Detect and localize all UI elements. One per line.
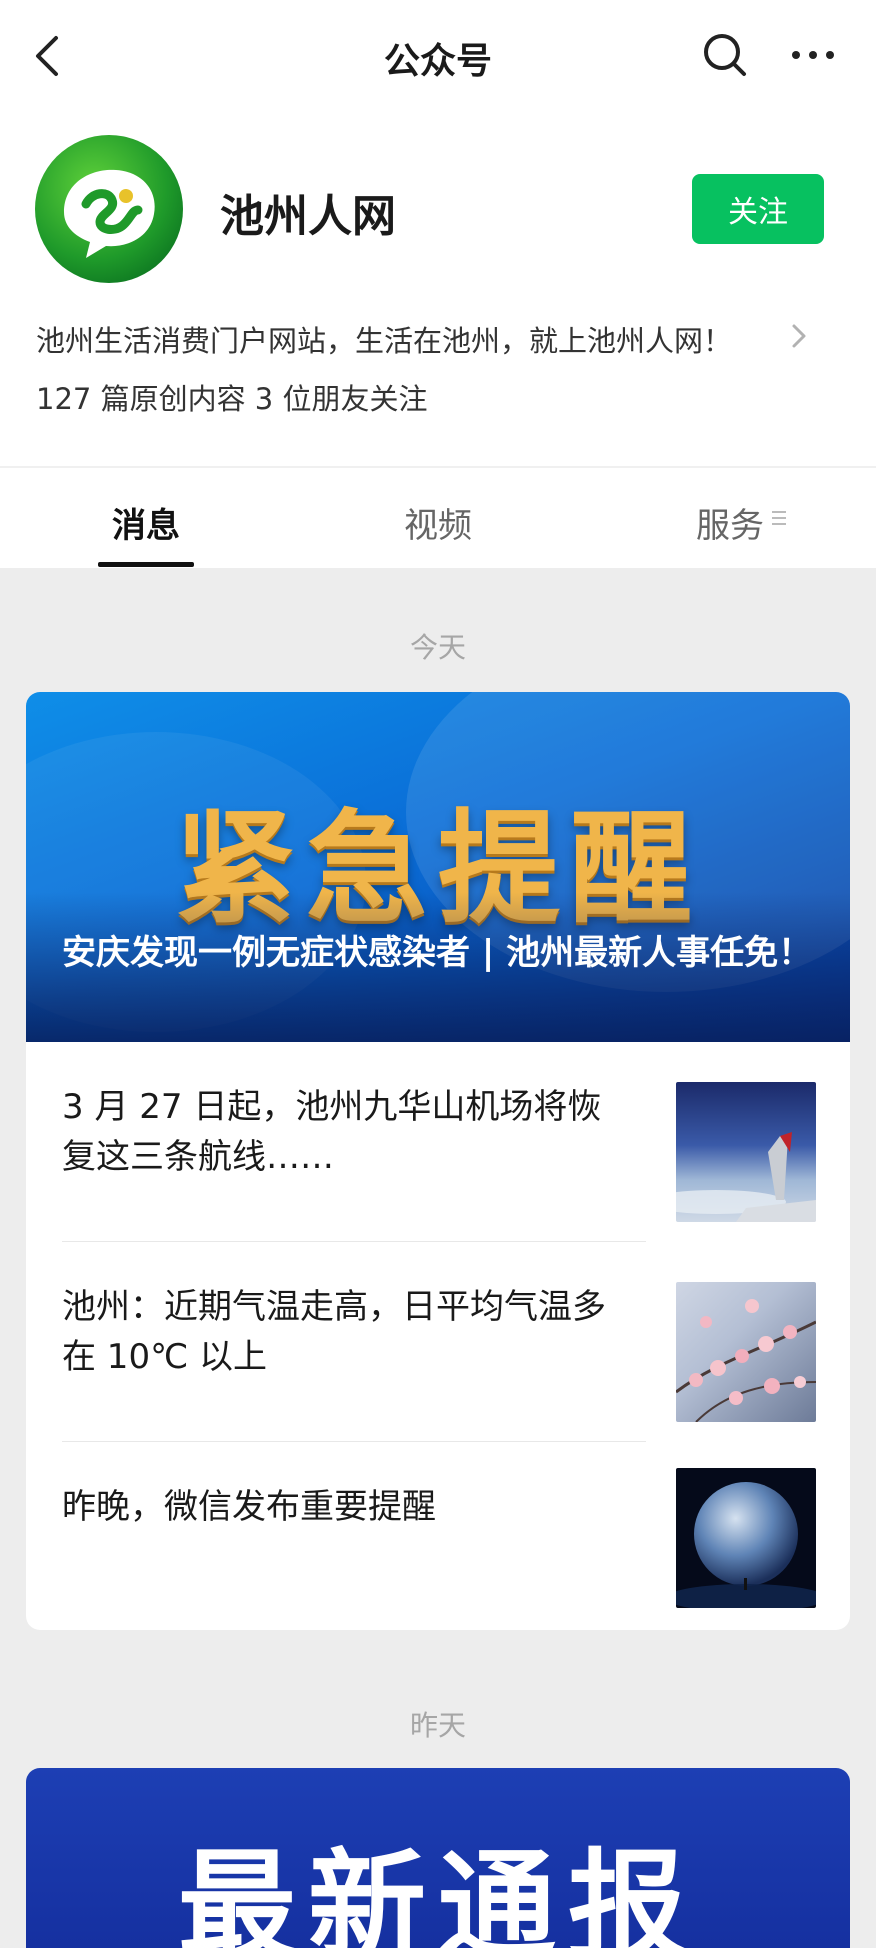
blossom-image [676, 1282, 816, 1422]
earth-image [676, 1468, 816, 1608]
airplane-wing-image [676, 1082, 816, 1222]
headline-title: 安庆发现一例无症状感染者 | 池州最新人事任免！ [62, 933, 813, 973]
menu-lines-icon [772, 511, 786, 525]
more-icon[interactable] [790, 40, 836, 70]
follow-button[interactable]: 关注 [692, 174, 824, 244]
list-item[interactable]: 3 月 27 日起，池州九华山机场将恢复这三条航线…… [26, 1042, 850, 1242]
account-avatar[interactable] [34, 134, 184, 284]
date-label-yesterday: 昨天 [409, 1709, 466, 1742]
headline-article[interactable]: 紧急提醒 安庆发现一例无症状感染者 | 池州最新人事任免！ [26, 692, 850, 1042]
tab-bar: 消息 视频 服务 [0, 468, 876, 568]
article-title: 昨晚，微信发布重要提醒 [62, 1487, 436, 1527]
tab-messages[interactable]: 消息 [112, 498, 180, 547]
tab-services[interactable]: 服务 [696, 498, 764, 547]
date-label-today: 今天 [409, 631, 466, 664]
headline-article[interactable]: 最新通报 [26, 1768, 850, 1948]
article-title: 3 月 27 日起，池州九华山机场将恢复这三条航线…… [62, 1087, 602, 1177]
account-name: 池州人网 [220, 191, 396, 242]
top-bar: 公众号 [0, 0, 876, 110]
account-stats: 127 篇原创内容 3 位朋友关注 [36, 382, 428, 416]
banner-image-text: 最新通报 [177, 1837, 698, 1948]
list-item[interactable]: 池州：近期气温走高，日平均气温多在 10℃ 以上 [26, 1242, 850, 1442]
article-title: 池州：近期气温走高，日平均气温多在 10℃ 以上 [62, 1287, 606, 1377]
article-card-today: 紧急提醒 安庆发现一例无症状感染者 | 池州最新人事任免！ 3 月 27 日起，… [26, 692, 850, 1630]
chevron-right-icon[interactable] [788, 320, 810, 352]
list-item[interactable]: 昨晚，微信发布重要提醒 [26, 1442, 850, 1630]
tab-videos[interactable]: 视频 [404, 498, 472, 547]
account-description[interactable]: 池州生活消费门户网站，生活在池州，就上池州人网！ [36, 318, 796, 360]
account-profile: 池州人网 关注 池州生活消费门户网站，生活在池州，就上池州人网！ 127 篇原创… [0, 110, 876, 466]
search-icon[interactable] [702, 32, 748, 78]
active-tab-indicator [98, 562, 194, 567]
